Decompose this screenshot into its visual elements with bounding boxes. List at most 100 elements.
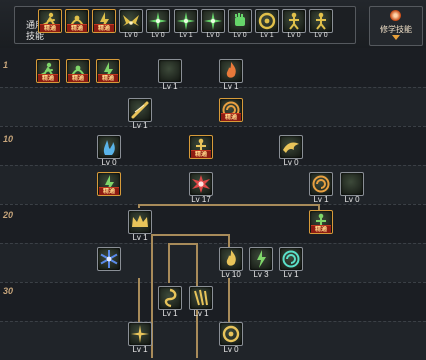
- skill-icon-frame: [119, 9, 143, 33]
- skill-icon-frame: [282, 9, 306, 33]
- skill-slot[interactable]: Lv 0: [219, 322, 243, 355]
- skill-level-label: Lv 0: [101, 158, 117, 167]
- skill-level-label: Lv 1: [260, 32, 274, 39]
- chevron-down-icon: [392, 35, 400, 40]
- skill-slot[interactable]: Lv 1: [189, 286, 213, 319]
- skill-level-label: Lv 17: [191, 195, 211, 204]
- skill-slot[interactable]: Lv 1: [128, 210, 152, 243]
- row-divider: [0, 321, 426, 322]
- row-divider: [0, 243, 426, 244]
- skill-level-label: Lv 1: [179, 32, 193, 39]
- skill-slot[interactable]: 精通: [66, 59, 90, 92]
- skill-icon-frame: [219, 247, 243, 271]
- skill-icon-frame: [279, 247, 303, 271]
- skill-slot[interactable]: 精通: [97, 172, 121, 205]
- skill-icon-frame: 精通: [309, 210, 333, 234]
- mastered-badge: 精通: [311, 225, 331, 233]
- mastered-badge: 精通: [67, 24, 87, 32]
- skill-slot[interactable]: Lv 1: [158, 59, 182, 92]
- rune-skills-toggle[interactable]: 修学技能: [369, 6, 423, 46]
- orb-icon: [390, 10, 401, 21]
- skill-icon-frame: [158, 59, 182, 83]
- skill-level-label: Lv 1: [132, 121, 148, 130]
- skill-slot[interactable]: Lv 1: [128, 98, 152, 131]
- skill-slot[interactable]: Lv 1: [128, 322, 152, 355]
- skill-level-label: Lv 0: [287, 32, 301, 39]
- common-skills-panel: 通用 技能 精通 精通 精通 Lv 0 Lv 0 Lv 1 Lv 0 Lv 0 Lv 1 Lv 0…: [14, 6, 356, 44]
- skill-slot[interactable]: Lv 0: [146, 9, 170, 39]
- skill-slot[interactable]: 精通: [309, 210, 333, 243]
- skill-slot[interactable]: Lv 1: [255, 9, 279, 39]
- skill-slot[interactable]: Lv 0: [119, 9, 143, 39]
- skill-slot[interactable]: Lv 17: [189, 172, 213, 205]
- skill-level-label: Lv 0: [314, 32, 328, 39]
- skill-slot[interactable]: Lv 0: [279, 135, 303, 168]
- skill-level-label: Lv 1: [162, 309, 178, 318]
- skill-slot[interactable]: Lv 1: [219, 59, 243, 92]
- row-divider: [0, 126, 426, 127]
- skill-slot[interactable]: Lv 1: [309, 172, 333, 205]
- skill-icon-frame: 精通: [65, 9, 89, 33]
- skill-icon-frame: 精通: [189, 135, 213, 159]
- skill-level-label: Lv 1: [283, 270, 299, 279]
- skill-level-label: Lv 1: [223, 82, 239, 91]
- tree-connector: [228, 278, 230, 322]
- skill-icon-frame: [279, 135, 303, 159]
- skill-slot[interactable]: Lv 0: [228, 9, 252, 39]
- skill-slot[interactable]: 精通: [189, 135, 213, 168]
- row-divider: [0, 87, 426, 88]
- mastered-badge: 精通: [221, 113, 241, 121]
- skill-level-label: Lv 0: [223, 345, 239, 354]
- tree-row: [0, 48, 426, 87]
- skill-slot[interactable]: Lv 1: [158, 286, 182, 319]
- mastered-badge: 精通: [40, 24, 60, 32]
- skill-icon-frame: [128, 322, 152, 346]
- skill-slot[interactable]: 精通: [96, 59, 120, 92]
- skill-level-label: Lv 0: [206, 32, 220, 39]
- rune-skills-label: 修学技能: [380, 25, 412, 34]
- skill-level-label: Lv 0: [233, 32, 247, 39]
- skill-slot[interactable]: Lv 3: [249, 247, 273, 280]
- skill-slot[interactable]: Lv 1: [174, 9, 198, 39]
- mastered-badge: 精通: [38, 74, 58, 82]
- skill-slot[interactable]: 精通: [36, 59, 60, 92]
- level-marker: 1: [3, 60, 9, 70]
- skill-icon-frame: [158, 286, 182, 310]
- skill-slot[interactable]: 精通: [92, 9, 116, 33]
- skill-level-label: Lv 1: [193, 309, 209, 318]
- skill-icon-frame: [219, 322, 243, 346]
- skill-icon-frame: 精通: [97, 172, 121, 196]
- skill-icon-frame: 精通: [38, 9, 62, 33]
- skill-icon-frame: 精通: [92, 9, 116, 33]
- skill-level-label: Lv 10: [221, 270, 241, 279]
- skill-icon-frame: [309, 172, 333, 196]
- skill-icon-frame: [97, 135, 121, 159]
- skill-slot[interactable]: 精通: [219, 98, 243, 131]
- skill-icon-frame: [255, 9, 279, 33]
- skill-icon-frame: [249, 247, 273, 271]
- skill-tree-header: 通用 技能 精通 精通 精通 Lv 0 Lv 0 Lv 1 Lv 0 Lv 0 Lv 1 Lv 0…: [0, 0, 426, 49]
- skill-slot[interactable]: Lv 0: [201, 9, 225, 39]
- mastered-badge: 精通: [191, 150, 211, 158]
- skill-slot[interactable]: 精通: [65, 9, 89, 33]
- skill-icon-frame: [146, 9, 170, 33]
- row-divider: [0, 282, 426, 283]
- skill-slot[interactable]: Lv 0: [309, 9, 333, 39]
- skill-slot[interactable]: Lv 0: [340, 172, 364, 205]
- skill-slot[interactable]: 精通: [38, 9, 62, 33]
- skill-slot[interactable]: [97, 247, 121, 280]
- skill-icon-frame: [128, 210, 152, 234]
- skill-icon-frame: [340, 172, 364, 196]
- skill-slot[interactable]: Lv 1: [279, 247, 303, 280]
- skill-level-label: Lv 0: [151, 32, 165, 39]
- skill-level-label: Lv 0: [283, 158, 299, 167]
- skill-level-label: Lv 1: [132, 233, 148, 242]
- skill-icon-frame: [219, 59, 243, 83]
- mastered-badge: 精通: [99, 187, 119, 195]
- skill-slot[interactable]: Lv 0: [282, 9, 306, 39]
- skill-icon-frame: 精通: [36, 59, 60, 83]
- tree-connector: [151, 234, 230, 236]
- skill-slot[interactable]: Lv 0: [97, 135, 121, 168]
- skill-icon-frame: [228, 9, 252, 33]
- skill-slot[interactable]: Lv 10: [219, 247, 243, 280]
